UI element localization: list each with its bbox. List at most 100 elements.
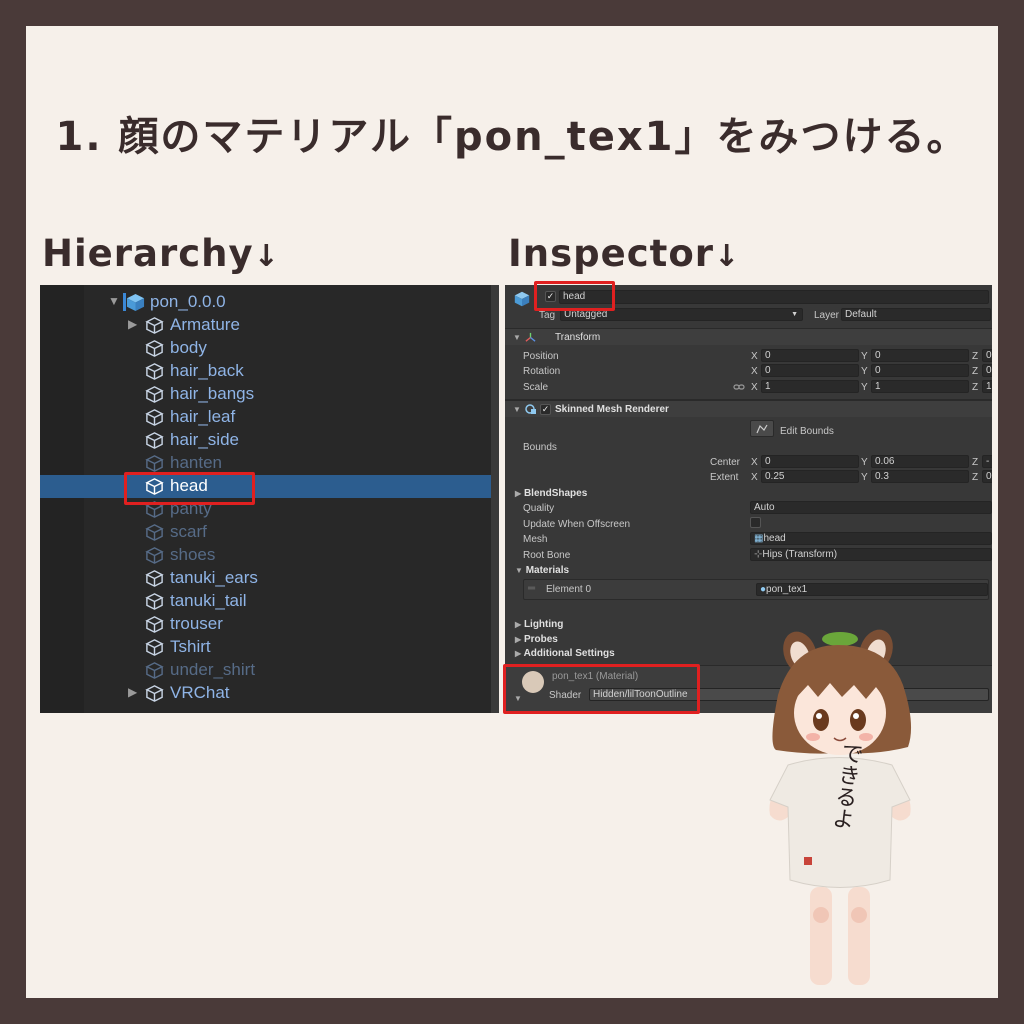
transform-header[interactable]: ▼ Transform [505, 328, 992, 345]
hierarchy-item-tshirt[interactable]: Tshirt [40, 636, 499, 659]
extent-z-field[interactable]: 0 [982, 470, 992, 483]
scale-x-field[interactable]: 1 [761, 380, 859, 393]
page-title: 1. 顔のマテリアル「pon_tex1」をみつける。 [55, 114, 969, 160]
hierarchy-item-label: shoes [170, 545, 216, 564]
axis-y-label: Y [861, 472, 868, 483]
axis-z-label: Z [972, 472, 979, 483]
hierarchy-item-panty[interactable]: panty [40, 498, 499, 521]
hierarchy-item-hair_bangs[interactable]: hair_bangs [40, 383, 499, 406]
foldout-down-icon: ▼ [515, 566, 523, 575]
probes-foldout[interactable]: ▶ Probes [515, 634, 558, 645]
axis-x-label: X [751, 382, 758, 393]
axis-x-label: X [751, 457, 758, 468]
rotation-y-field[interactable]: 0 [871, 364, 969, 377]
hierarchy-panel: ▼ pon_0.0.0 ▶ Armature body hair_back hair_b… [40, 285, 499, 713]
scale-z-field[interactable]: 1 [982, 380, 992, 393]
rotation-z-field[interactable]: 0 [982, 364, 992, 377]
smr-enabled-checkbox[interactable]: ✓ [540, 404, 551, 415]
materials-list: ═ Element 0 ●pon_tex1 [523, 579, 989, 600]
smr-header[interactable]: ▼ ✓ Skinned Mesh Renderer [505, 400, 992, 417]
center-y-field[interactable]: 0.06 [871, 455, 969, 468]
mesh-field[interactable]: ▦head [750, 532, 992, 545]
bounds-label: Bounds [523, 442, 557, 453]
extent-x-field[interactable]: 0.25 [761, 470, 859, 483]
lighting-foldout[interactable]: ▶ Lighting [515, 619, 563, 630]
object-name-input[interactable]: head [559, 290, 989, 304]
hierarchy-root-row[interactable]: ▼ pon_0.0.0 [40, 291, 499, 314]
axis-y-label: Y [861, 351, 868, 362]
center-x-field[interactable]: 0 [761, 455, 859, 468]
inspector-name-highlight [534, 281, 615, 311]
materials-foldout[interactable]: ▼ Materials [515, 565, 569, 576]
gameobject-cube-icon [145, 524, 164, 541]
center-z-field[interactable]: - [982, 455, 992, 468]
expand-right-icon[interactable]: ▶ [128, 685, 137, 699]
additional-settings-foldout[interactable]: ▶ Additional Settings [515, 648, 615, 659]
head-highlight-box [124, 472, 255, 505]
update-offscreen-checkbox[interactable] [750, 517, 761, 528]
hierarchy-item-vrchat[interactable]: ▶ VRChat [40, 682, 499, 705]
link-icon[interactable] [733, 382, 745, 392]
hierarchy-item-scarf[interactable]: scarf [40, 521, 499, 544]
hierarchy-item-shoes[interactable]: shoes [40, 544, 499, 567]
position-x-field[interactable]: 0 [761, 349, 859, 362]
hierarchy-item-label: tanuki_ears [170, 568, 258, 587]
gameobject-cube-icon [145, 340, 164, 357]
axis-z-label: Z [972, 382, 979, 393]
position-z-field[interactable]: 0 [982, 349, 992, 362]
extent-y-field[interactable]: 0.3 [871, 470, 969, 483]
edit-bounds-icon [756, 424, 768, 434]
blendshapes-foldout[interactable]: ▶ BlendShapes [515, 488, 587, 499]
root-bone-field[interactable]: ⊹Hips (Transform) [750, 548, 992, 561]
gameobject-cube-icon [145, 639, 164, 656]
prefab-cube-icon [126, 293, 145, 312]
hierarchy-item-hair_side[interactable]: hair_side [40, 429, 499, 452]
hierarchy-item-tanuki_ears[interactable]: tanuki_ears [40, 567, 499, 590]
hierarchy-item-tanuki_tail[interactable]: tanuki_tail [40, 590, 499, 613]
hierarchy-item-hair_leaf[interactable]: hair_leaf [40, 406, 499, 429]
drag-handle-icon[interactable]: ═ [528, 583, 535, 594]
foldout-down-icon[interactable]: ▼ [513, 405, 521, 414]
smr-title: Skinned Mesh Renderer [555, 404, 669, 415]
hierarchy-heading-text: Hierarchy [42, 232, 254, 275]
expand-down-icon[interactable]: ▼ [108, 294, 120, 308]
layer-dropdown[interactable]: Default [841, 308, 991, 321]
foldout-right-icon: ▶ [515, 649, 522, 658]
foldout-down-icon[interactable]: ▼ [513, 333, 521, 342]
hierarchy-item-trouser[interactable]: trouser [40, 613, 499, 636]
hierarchy-item-armature[interactable]: ▶ Armature [40, 314, 499, 337]
edit-bounds-button[interactable] [750, 420, 774, 437]
position-label: Position [523, 351, 559, 362]
hierarchy-scrollbar[interactable] [491, 285, 499, 713]
hierarchy-item-head[interactable]: head [40, 475, 499, 498]
probes-label: Probes [523, 634, 558, 645]
axis-x-label: X [751, 472, 758, 483]
hierarchy-item-label: tanuki_tail [170, 591, 247, 610]
rotation-x-field[interactable]: 0 [761, 364, 859, 377]
quality-dropdown[interactable]: Auto [750, 501, 992, 514]
scale-label: Scale [523, 382, 549, 393]
extent-label: Extent [710, 472, 739, 483]
down-arrow-icon: ↓ [714, 239, 741, 274]
additional-settings-label: Additional Settings [523, 648, 615, 659]
position-y-field[interactable]: 0 [871, 349, 969, 362]
element0-field[interactable]: ●pon_tex1 [756, 583, 988, 596]
hierarchy-item-body[interactable]: body [40, 337, 499, 360]
transform-axes-icon [525, 332, 536, 342]
hierarchy-item-hanten[interactable]: hanten [40, 452, 499, 475]
transform-title: Transform [555, 332, 601, 343]
gameobject-cube-icon [145, 386, 164, 403]
root-bone-value: Hips (Transform) [762, 549, 838, 560]
hierarchy-root-label: pon_0.0.0 [150, 292, 226, 311]
hierarchy-item-under_shirt[interactable]: under_shirt [40, 659, 499, 682]
scale-y-field[interactable]: 1 [871, 380, 969, 393]
gameobject-cube-icon [145, 547, 164, 564]
hierarchy-item-hair_back[interactable]: hair_back [40, 360, 499, 383]
hierarchy-item-label: scarf [170, 522, 207, 541]
materials-label: Materials [525, 565, 570, 576]
expand-right-icon[interactable]: ▶ [128, 317, 137, 331]
element0-label: Element 0 [546, 584, 592, 595]
gameobject-cube-icon [145, 593, 164, 610]
skinned-mesh-icon [525, 404, 536, 414]
hierarchy-item-label: hair_bangs [170, 384, 255, 403]
